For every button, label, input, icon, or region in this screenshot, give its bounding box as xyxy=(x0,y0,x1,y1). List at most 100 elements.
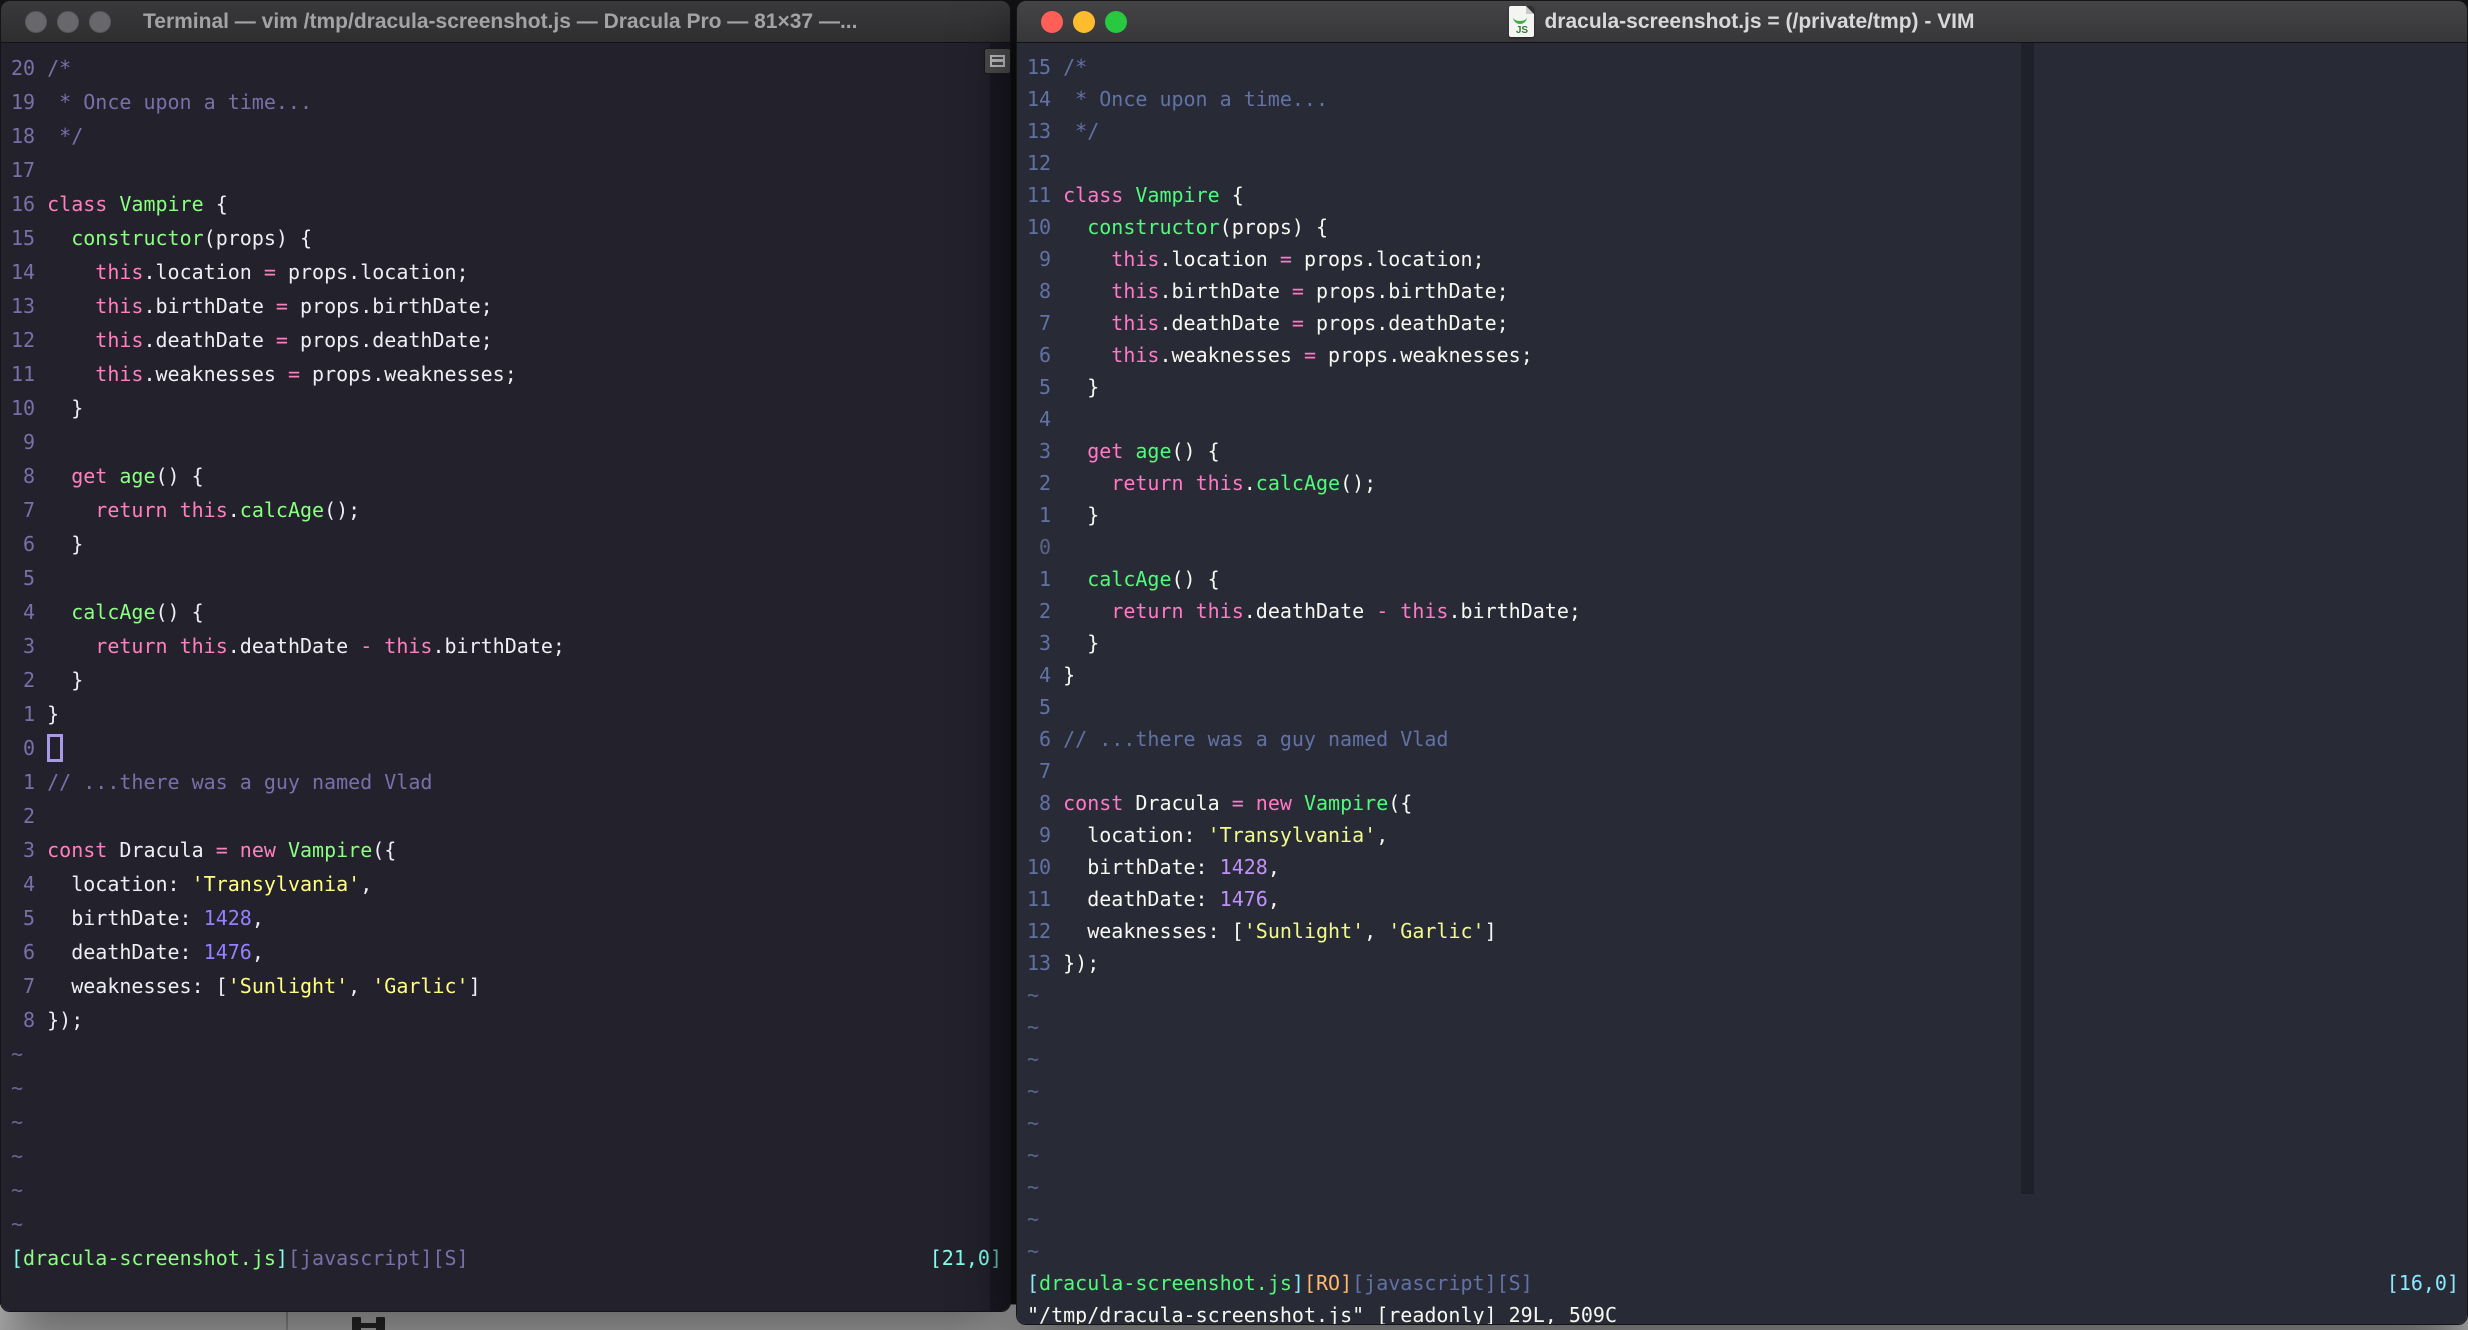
code-token: (); xyxy=(324,498,361,522)
code-token: .deathDate xyxy=(1159,311,1292,335)
code-token: dracula-screenshot.js xyxy=(23,1246,276,1270)
split-pane-button[interactable] xyxy=(984,48,1010,74)
code-token: .weaknesses xyxy=(1159,343,1304,367)
scrollbar-track[interactable] xyxy=(984,43,1010,1311)
code-token: } xyxy=(1063,375,1100,399)
code-line: 5 xyxy=(1027,691,2467,723)
code-line: 20 /* xyxy=(11,51,1010,85)
code-token: this xyxy=(179,634,228,658)
vim-buffer-right[interactable]: 15/* 14 * Once upon a time... 13 */12 11 cla… xyxy=(1017,43,2467,1324)
vim-cursor xyxy=(47,733,64,762)
js-file-icon: JS xyxy=(1509,6,1535,37)
code-token: birthDate: xyxy=(47,906,204,930)
code-line: 7 weaknesses: ['Sunlight', 'Garlic'] xyxy=(11,969,1010,1003)
code-token: }); xyxy=(1063,951,1100,975)
line-number: 6 xyxy=(1039,727,1052,751)
code-token: constructor xyxy=(1087,215,1220,239)
line-number: 1 xyxy=(1039,503,1052,527)
line-number: 10 xyxy=(11,396,36,420)
code-token: calcAge xyxy=(239,498,325,522)
tilde-marker: ~ xyxy=(1027,1239,1040,1263)
close-button[interactable] xyxy=(25,11,47,33)
code-line: 4} xyxy=(1027,659,2467,691)
empty-buffer-line: ~ xyxy=(1027,1075,2467,1107)
code-token: calcAge xyxy=(71,600,156,624)
code-token: return xyxy=(95,634,168,658)
code-token: this xyxy=(1195,471,1244,495)
line-number: 13 xyxy=(1027,951,1052,975)
code-token: class xyxy=(1063,183,1124,207)
tilde-marker: ~ xyxy=(1027,1143,1040,1167)
code-line: 3 } xyxy=(1027,627,2467,659)
code-line: 5 xyxy=(11,561,1010,595)
code-token: } xyxy=(47,532,84,556)
close-button[interactable] xyxy=(1041,11,1063,33)
code-token: weaknesses: [ xyxy=(47,974,228,998)
code-token: 'Sunlight' xyxy=(227,974,349,998)
terminal-titlebar[interactable]: Terminal — vim /tmp/dracula-screenshot.j… xyxy=(1,1,1010,43)
tilde-marker: ~ xyxy=(11,1076,24,1100)
code-token: . xyxy=(1243,471,1256,495)
line-number: 5 xyxy=(1039,695,1052,719)
line-number: 5 xyxy=(1039,375,1052,399)
code-token: ] xyxy=(275,1246,288,1270)
code-token: */ xyxy=(47,124,84,148)
code-token: deathDate: xyxy=(1063,887,1220,911)
code-token: - xyxy=(360,634,373,658)
tilde-marker: ~ xyxy=(1027,1079,1040,1103)
minimize-button[interactable] xyxy=(57,11,79,33)
code-line: 2 return this.calcAge(); xyxy=(1027,467,2467,499)
code-token: this xyxy=(179,498,228,522)
code-line: 5 birthDate: 1428, xyxy=(11,901,1010,935)
code-token: , xyxy=(251,940,264,964)
code-token: } xyxy=(47,702,60,726)
code-token: location: xyxy=(47,872,192,896)
code-line: 13 */ xyxy=(1027,115,2467,147)
minimize-button[interactable] xyxy=(1073,11,1095,33)
macvim-titlebar[interactable]: JS dracula-screenshot.js = (/private/tmp… xyxy=(1017,1,2467,43)
code-token: } xyxy=(1063,503,1100,527)
code-token: - xyxy=(1376,599,1389,623)
code-token: .birthDate; xyxy=(1448,599,1581,623)
zoom-button[interactable] xyxy=(1105,11,1127,33)
tilde-marker: ~ xyxy=(11,1144,24,1168)
code-token: 'Garlic' xyxy=(1388,919,1485,943)
statusline-file-info: [dracula-screenshot.js][RO][javascript][… xyxy=(1027,1267,1533,1299)
code-token: this xyxy=(1111,279,1160,303)
statusline-cursor-position: [16,0] xyxy=(2387,1267,2459,1299)
line-number: 4 xyxy=(23,872,36,896)
code-token: Dracula xyxy=(107,838,216,862)
code-token: 'Garlic' xyxy=(372,974,469,998)
code-token: ({ xyxy=(1388,791,1413,815)
code-token: = xyxy=(275,328,288,352)
code-token: this xyxy=(1111,311,1160,335)
code-token: weaknesses: [ xyxy=(1063,919,1244,943)
code-token: [16,0] xyxy=(2386,1271,2459,1295)
code-token: dracula-screenshot.js xyxy=(1039,1271,1292,1295)
code-line: 3 return this.deathDate - this.birthDate… xyxy=(11,629,1010,663)
code-token: this xyxy=(95,294,144,318)
tilde-marker: ~ xyxy=(11,1110,24,1134)
code-token: // ...there was a guy named Vlad xyxy=(47,770,433,794)
code-token: = xyxy=(275,294,288,318)
code-token: .deathDate xyxy=(227,634,361,658)
tilde-marker: ~ xyxy=(1027,1175,1040,1199)
vim-buffer-left[interactable]: 20/* 19 * Once upon a time... 18 */17 16 cla… xyxy=(1,43,1010,1311)
split-pane-icon xyxy=(990,55,1005,67)
zoom-button[interactable] xyxy=(89,11,111,33)
code-token: age xyxy=(1135,439,1172,463)
code-token: constructor xyxy=(71,226,204,250)
code-line: 7 this.deathDate = props.deathDate; xyxy=(1027,307,2467,339)
empty-buffer-line: ~ xyxy=(1027,1011,2467,1043)
code-token: props.birthDate; xyxy=(287,294,493,318)
